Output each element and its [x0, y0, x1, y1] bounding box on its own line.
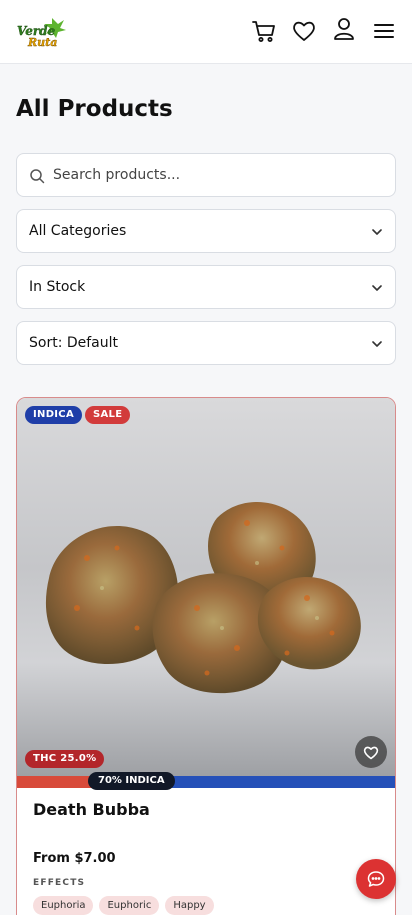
- stock-select[interactable]: In Stock: [16, 265, 396, 309]
- brand-logo[interactable]: Verde Ruta: [14, 14, 68, 50]
- effect-tag: Euphoric: [99, 896, 160, 915]
- effect-tag: Happy: [165, 896, 214, 915]
- user-icon[interactable]: [331, 16, 357, 42]
- effects-label: EFFECTS: [33, 878, 86, 888]
- product-price: From $7.00: [33, 851, 116, 866]
- chevron-down-icon: [372, 341, 382, 347]
- indica-sativa-ratio-bar: [17, 776, 395, 788]
- product-photo-buds: [45, 501, 361, 694]
- thc-badge: THC 25.0%: [25, 750, 105, 768]
- product-card[interactable]: INDICA SALE THC 25.0% 70% INDICA Death B…: [16, 397, 396, 915]
- search-input[interactable]: [53, 154, 383, 196]
- page-title: All Products: [16, 96, 173, 122]
- chat-button[interactable]: [356, 859, 396, 899]
- chat-bubble-icon: [367, 871, 385, 887]
- effect-tag: Euphoria: [33, 896, 94, 915]
- menu-icon[interactable]: [371, 18, 397, 44]
- cart-icon[interactable]: [251, 18, 277, 44]
- chevron-down-icon: [372, 285, 382, 291]
- heart-icon[interactable]: [291, 18, 317, 44]
- sort-select-value: Sort: Default: [29, 335, 119, 351]
- stock-select-value: In Stock: [29, 279, 86, 295]
- top-header: Verde Ruta: [0, 0, 412, 64]
- search-box: [16, 153, 396, 197]
- product-image[interactable]: INDICA SALE THC 25.0%: [17, 398, 395, 776]
- ratio-label: 70% INDICA: [88, 772, 175, 790]
- category-select-value: All Categories: [29, 223, 127, 239]
- sort-select[interactable]: Sort: Default: [16, 321, 396, 365]
- chevron-down-icon: [372, 229, 382, 235]
- sale-badge: SALE: [85, 406, 131, 424]
- logo-word-2: Ruta: [27, 36, 57, 49]
- effects-tags: Euphoria Euphoric Happy: [33, 896, 214, 915]
- category-select[interactable]: All Categories: [16, 209, 396, 253]
- favorite-button[interactable]: [355, 736, 387, 768]
- search-icon: [30, 169, 45, 184]
- logo-graphic: Verde Ruta: [17, 18, 66, 49]
- product-name[interactable]: Death Bubba: [33, 800, 150, 819]
- strain-type-badge: INDICA: [25, 406, 82, 424]
- heart-icon: [363, 746, 379, 760]
